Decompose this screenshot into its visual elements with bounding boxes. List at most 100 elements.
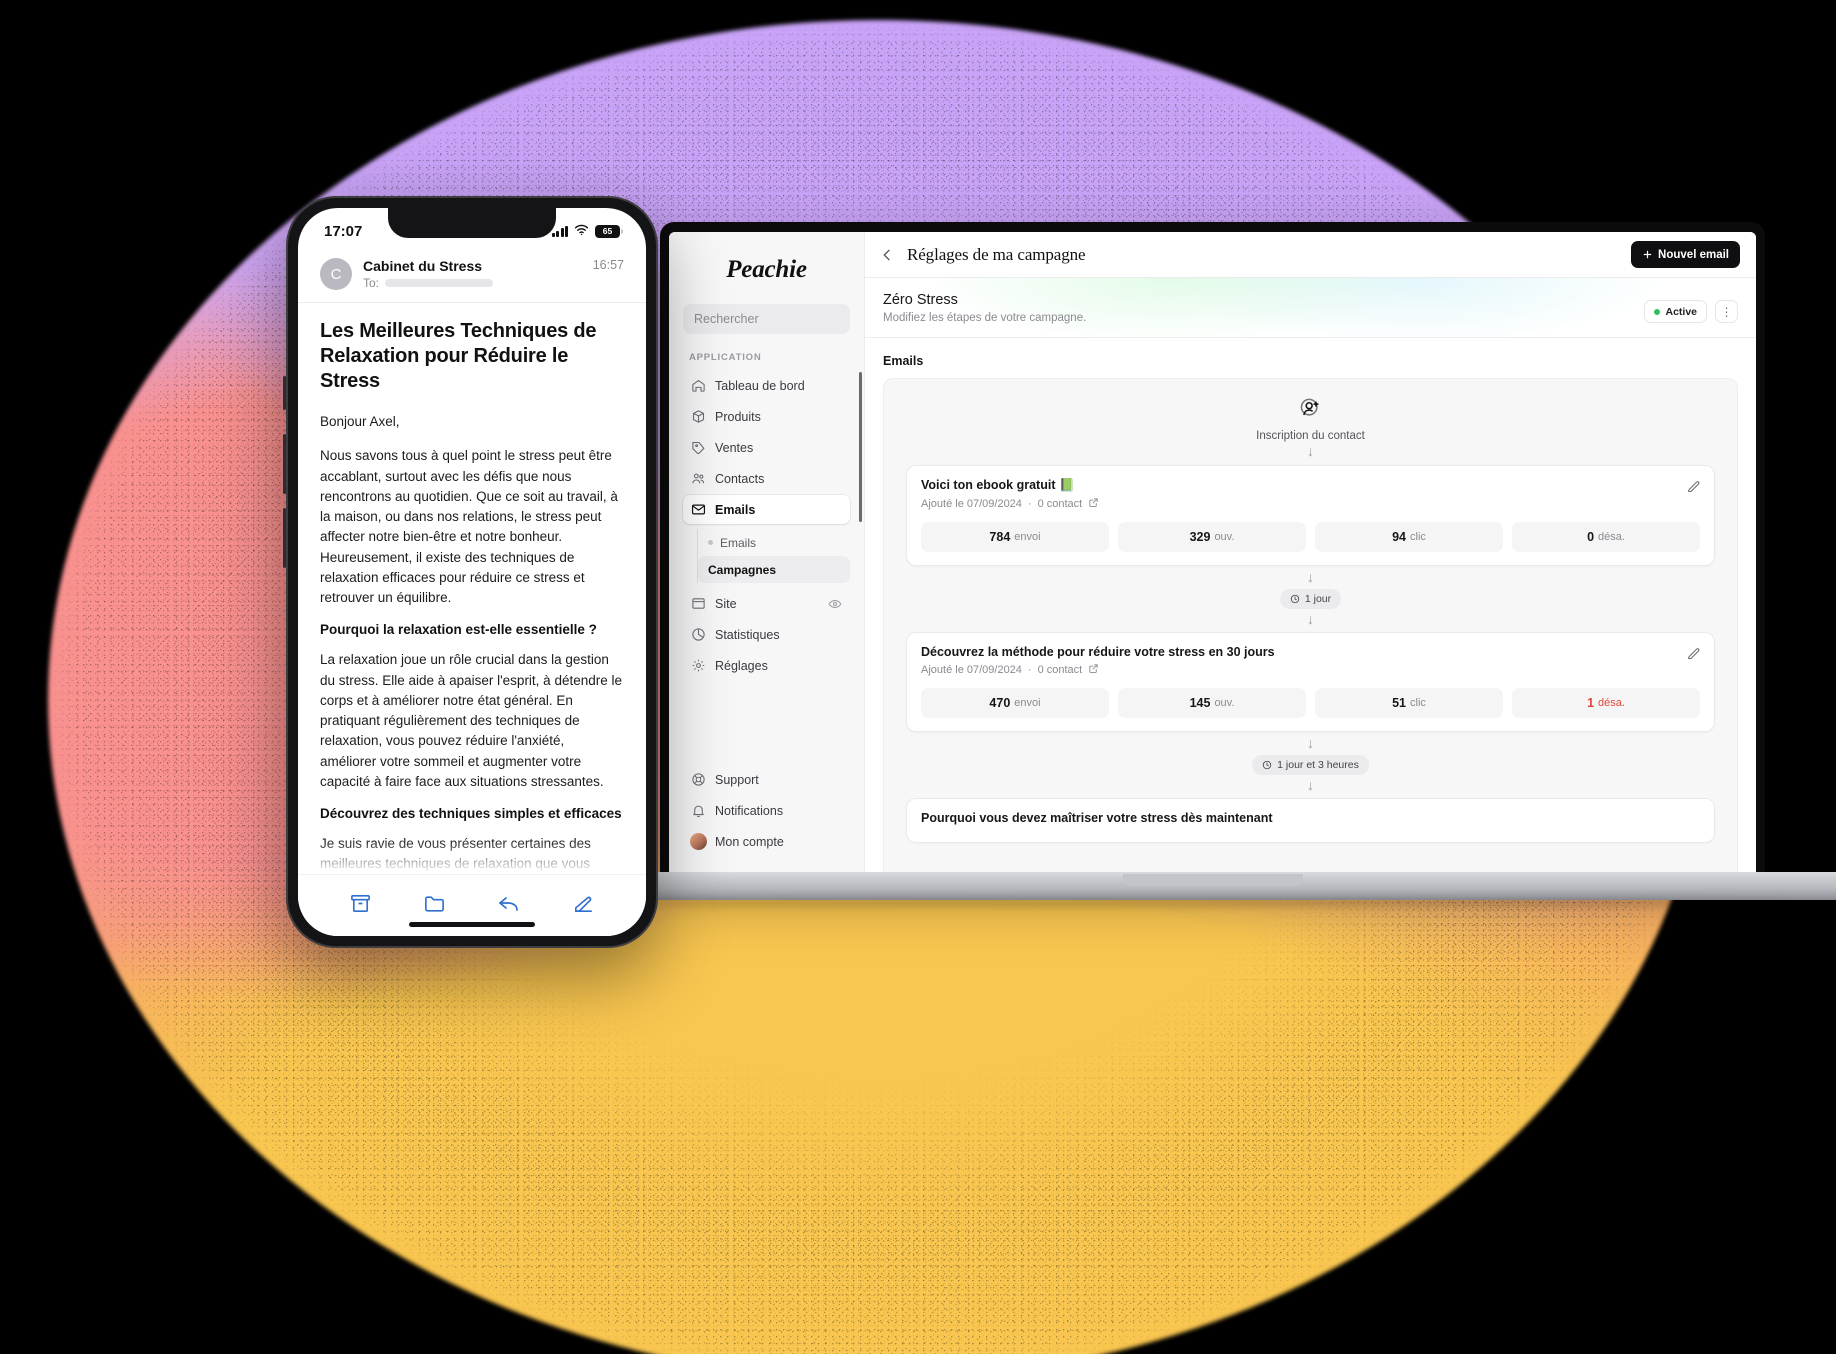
- stat-label: clic: [1410, 531, 1426, 544]
- users-icon: [691, 471, 706, 486]
- stat-value: 329: [1189, 530, 1211, 545]
- sidebar-item-mon-compte[interactable]: Mon compte: [683, 827, 850, 856]
- sidebar-item-statistiques[interactable]: Statistiques: [683, 620, 850, 649]
- external-link-icon[interactable]: [1088, 663, 1099, 677]
- sidebar-item-label: Site: [715, 596, 737, 611]
- sidebar-item-label: Mon compte: [715, 834, 784, 849]
- flow-arrow-icon: ↓: [1307, 776, 1314, 793]
- pencil-icon[interactable]: [1686, 479, 1701, 499]
- campaign-name: Zéro Stress: [883, 292, 958, 308]
- sidebar-scrollbar[interactable]: [859, 372, 862, 522]
- reply-icon[interactable]: [497, 891, 521, 920]
- sidebar-item-contacts[interactable]: Contacts: [683, 464, 850, 493]
- stat-clics: 94 clic: [1315, 522, 1503, 553]
- sidebar-item-notifications[interactable]: Notifications: [683, 796, 850, 825]
- sidebar-item-label: Tableau de bord: [715, 378, 805, 393]
- email-step-card[interactable]: Voici ton ebook gratuit 📗 Ajouté le 07/0…: [906, 465, 1715, 567]
- sidebar-subnav: Emails Campagnes: [697, 529, 850, 583]
- chevron-left-icon[interactable]: [879, 247, 895, 263]
- new-email-button[interactable]: Nouvel email: [1631, 241, 1740, 268]
- sidebar-item-tableau-de-bord[interactable]: Tableau de bord: [683, 371, 850, 400]
- box-icon: [691, 409, 706, 424]
- status-dot-icon: [1654, 308, 1661, 315]
- phone-device: 17:07 65 C Cabinet du Stress To: 16:57 L…: [283, 196, 658, 948]
- compose-icon[interactable]: [572, 892, 595, 920]
- campaign-subtitle: Modifiez les étapes de votre campagne.: [883, 312, 1087, 324]
- sidebar-item-support[interactable]: Support: [683, 765, 850, 794]
- stat-desabonnements: 1 désa.: [1512, 688, 1700, 719]
- laptop-shadow: [538, 900, 1836, 906]
- folder-icon[interactable]: [423, 892, 446, 920]
- sidebar-item-emails[interactable]: Emails: [683, 495, 850, 524]
- external-link-icon[interactable]: [1088, 497, 1099, 511]
- sidebar-item-label: Ventes: [715, 440, 754, 455]
- redacted-recipient: [385, 279, 494, 287]
- search-placeholder: Rechercher: [694, 312, 759, 326]
- flow-arrow-icon: ↓: [1307, 735, 1314, 752]
- flow-start: Inscription du contact ↓: [906, 397, 1715, 459]
- sidebar-bottom-group: Support Notifications Mon compte: [683, 765, 850, 872]
- pencil-icon[interactable]: [1686, 646, 1701, 666]
- sidebar-item-reglages[interactable]: Réglages: [683, 651, 850, 680]
- stat-label: ouv.: [1214, 531, 1235, 544]
- home-indicator: [409, 922, 535, 927]
- delay-badge[interactable]: 1 jour: [1279, 588, 1342, 609]
- meta-separator: ·: [1027, 664, 1032, 677]
- meta-separator: ·: [1027, 498, 1032, 511]
- sidebar-item-produits[interactable]: Produits: [683, 402, 850, 431]
- campaign-menu-button[interactable]: ⋮: [1715, 300, 1738, 323]
- search-input[interactable]: Rechercher: [683, 304, 850, 334]
- sidebar-section-label: APPLICATION: [689, 352, 762, 363]
- status-label: Active: [1665, 305, 1697, 318]
- stat-label: envoi: [1014, 531, 1041, 544]
- cellular-bars-icon: [551, 225, 568, 237]
- flow-delay-1: ↓ 1 jour ↓: [906, 569, 1715, 627]
- sidebar-subitem-campagnes[interactable]: Campagnes: [698, 556, 850, 583]
- stat-ouvertures: 329 ouv.: [1118, 522, 1306, 553]
- delay-badge[interactable]: 1 jour et 3 heures: [1252, 754, 1369, 775]
- email-step-contacts: 0 contact: [1037, 498, 1083, 511]
- avatar-icon: [690, 833, 707, 850]
- email-step-contacts: 0 contact: [1037, 664, 1083, 677]
- status-time: 17:07: [324, 222, 363, 240]
- mail-body: Les Meilleures Techniques de Relaxation …: [298, 303, 646, 874]
- stat-value: 145: [1189, 696, 1211, 711]
- status-badge[interactable]: Active: [1644, 300, 1707, 323]
- email-step-meta: Ajouté le 07/09/2024 · 0 contact: [921, 663, 1700, 677]
- sidebar-item-site[interactable]: Site: [683, 589, 850, 618]
- email-step-stats: 784 envoi 329 ouv. 94 clic 0 désa.: [921, 522, 1700, 553]
- flow-arrow-icon: ↓: [1307, 610, 1314, 627]
- flow-delay-2: ↓ 1 jour et 3 heures ↓: [906, 735, 1715, 793]
- status-indicators: 65: [551, 223, 623, 240]
- sidebar-subitem-label: Campagnes: [708, 562, 777, 577]
- sidebar-item-ventes[interactable]: Ventes: [683, 433, 850, 462]
- stat-ouvertures: 145 ouv.: [1118, 688, 1306, 719]
- sidebar-subitem-emails[interactable]: Emails: [698, 529, 850, 556]
- stat-value: 94: [1392, 530, 1406, 545]
- email-step-card[interactable]: Pourquoi vous devez maîtriser votre stre…: [906, 797, 1715, 843]
- eye-icon[interactable]: [828, 597, 842, 611]
- mail-to-label: To:: [363, 276, 380, 290]
- sidebar-item-label: Statistiques: [715, 627, 780, 642]
- stat-clics: 51 clic: [1315, 688, 1503, 719]
- topbar: Réglages de ma campagne Nouvel email: [865, 232, 1756, 278]
- stat-value: 470: [989, 696, 1011, 711]
- archive-icon[interactable]: [349, 892, 372, 920]
- email-step-date: Ajouté le 07/09/2024: [921, 664, 1022, 677]
- stat-value: 784: [989, 530, 1011, 545]
- home-icon: [691, 378, 706, 393]
- mail-subject: Les Meilleures Techniques de Relaxation …: [320, 320, 597, 392]
- email-step-card[interactable]: Découvrez la méthode pour réduire votre …: [906, 632, 1715, 733]
- page-title: Réglages de ma campagne: [907, 244, 1086, 264]
- tag-icon: [691, 440, 706, 455]
- laptop-hinge-notch: [1122, 874, 1303, 886]
- phone-status-bar: 17:07 65: [298, 208, 646, 254]
- campaign-flow-panel: Inscription du contact ↓ Voici ton ebook…: [883, 378, 1738, 872]
- phone-screen: 17:07 65 C Cabinet du Stress To: 16:57 L…: [298, 208, 646, 936]
- flow-arrow-icon: ↓: [1307, 443, 1314, 459]
- laptop-screen: Peachie Rechercher APPLICATION Tableau d…: [660, 222, 1765, 872]
- stat-value: 0: [1587, 530, 1595, 545]
- flow-start-label: Inscription du contact: [1256, 430, 1365, 442]
- brand-logo: Peachie: [726, 256, 807, 283]
- stat-label: envoi: [1014, 697, 1041, 710]
